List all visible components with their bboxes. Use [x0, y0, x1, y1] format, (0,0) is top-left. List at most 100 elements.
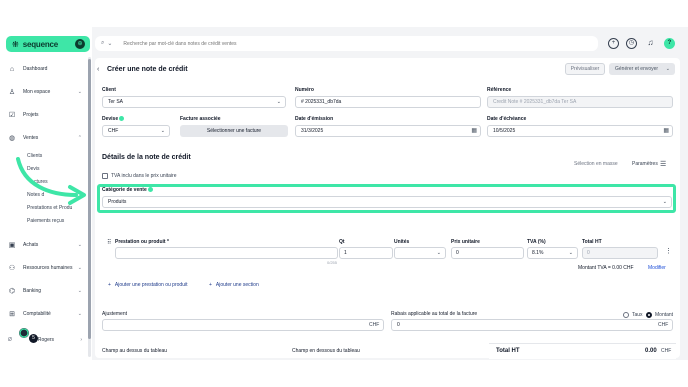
people-icon: ⚇	[8, 265, 16, 272]
add-section-button[interactable]: + Ajouter une section	[209, 282, 259, 288]
calendar-icon[interactable]: ▦	[471, 126, 477, 136]
brand-logo[interactable]: ⁜ sequence ⊕	[6, 36, 90, 52]
client-select[interactable]: Ter SA ⌄	[102, 96, 286, 108]
sidebar-item-achats[interactable]: ▣ Achats ⌄	[8, 239, 84, 251]
details-section-title: Détails de la note de crédit	[102, 154, 191, 161]
rate-radio[interactable]	[623, 312, 629, 318]
chevron-down-icon: ⌄	[436, 250, 441, 256]
calendar-icon[interactable]: ▦	[663, 126, 669, 136]
logo-icon: ⁜	[12, 39, 19, 49]
discount-value: 0	[397, 322, 400, 328]
sidebar-item-mon-espace[interactable]: ♙ Mon espace ⌄	[8, 86, 84, 98]
sidebar-item-ressources-humaines[interactable]: ⚇ Ressources humaines ⌄	[8, 262, 84, 274]
user-name: Rogers	[37, 337, 55, 343]
tva-value: 8.1%	[532, 250, 544, 256]
reference-field[interactable]: Credit Note # 2025331_db7da Ter SA	[487, 96, 673, 108]
total-ht-currency: CHF	[661, 348, 672, 354]
help-icon[interactable]: ?	[664, 38, 675, 49]
devise-value: CHF	[108, 128, 119, 134]
sidebar-item-banking[interactable]: ⌬ Banking ⌄	[8, 285, 84, 297]
chevron-right-icon: ›	[80, 337, 82, 343]
total-ht-amount: 0.00	[645, 348, 657, 354]
rate-radio-label: Taux	[632, 312, 643, 318]
total-ht-value: 0	[587, 250, 590, 256]
devise-label: Devise	[102, 116, 125, 122]
discount-label: Rabais applicable au total de la facture	[391, 311, 478, 317]
generate-send-button[interactable]: Générer et envoyer ⌄	[609, 63, 675, 75]
chevron-down-icon: ⌄	[160, 128, 165, 134]
sidebar-item-label: Mon espace	[23, 89, 51, 95]
chevron-down-icon[interactable]: ⌄	[107, 40, 112, 47]
add-line-label: Ajouter une prestation ou produit	[114, 282, 188, 288]
devise-select[interactable]: CHF ⌄	[102, 125, 170, 137]
preview-button[interactable]: Prévisualiser	[565, 63, 605, 75]
sidebar-item-dashboard[interactable]: ⌂ Dashboard	[8, 63, 84, 75]
facture-label: Facture associée	[180, 116, 221, 122]
tva-total: Montant TVA = 0.00 CHF	[578, 265, 634, 271]
total-ht-field: 0	[582, 247, 658, 259]
amount-radio-label: Montant	[655, 312, 674, 318]
bank-icon: ⌬	[8, 288, 16, 295]
chevron-down-icon: ⌄	[77, 242, 82, 248]
parameters-link[interactable]: Paramètres	[632, 161, 658, 167]
select-invoice-button[interactable]: Sélectionner une facture	[180, 125, 288, 137]
adjustment-input[interactable]	[102, 319, 384, 331]
col-tva-header: TVA (%)	[527, 239, 546, 245]
emission-date-field[interactable]: 31/3/2025 ▦	[295, 125, 481, 137]
echeance-date-value: 10/5/2025	[493, 128, 516, 134]
col-total-header: Total HT	[582, 239, 602, 245]
tva-total-label: Montant TVA =	[578, 265, 611, 271]
generate-send-label: Générer et envoyer	[615, 66, 659, 72]
unit-price-value: 0	[456, 250, 459, 256]
add-section-label: Ajouter une section	[215, 282, 259, 288]
discount-input[interactable]: 0	[391, 319, 673, 331]
sidebar-item-projets[interactable]: ☑ Projets	[8, 109, 84, 121]
avatar[interactable]	[19, 328, 29, 338]
add-line-button[interactable]: + Ajouter une prestation ou produit	[108, 282, 187, 288]
col-qty-header: Qt	[339, 239, 345, 245]
calculator-icon: ⊞	[9, 311, 15, 318]
bulk-select-link[interactable]: Sélection en masse	[574, 161, 618, 167]
edit-tva-link[interactable]: Modifier	[648, 265, 666, 271]
drag-handle-icon[interactable]: ⠿	[107, 239, 111, 246]
menu-lines-icon[interactable]: ☰	[660, 160, 666, 168]
above-table-field-label: Champ au dessus du tableau	[102, 348, 168, 354]
product-input[interactable]	[115, 247, 338, 259]
notification-count-badge: 5	[29, 334, 38, 343]
sidebar-subitem-prestations[interactable]: Prestations et Produ	[27, 205, 72, 211]
reference-placeholder: Credit Note # 2025331_db7da Ter SA	[493, 99, 577, 105]
col-product-header: Prestation ou produit *	[115, 239, 169, 245]
sidebar-subitem-paiements[interactable]: Paiements reçus	[27, 218, 64, 224]
search-bar[interactable]: ⌕ ⌄	[95, 36, 598, 51]
bell-icon[interactable]: ♫	[645, 38, 656, 49]
amount-radio[interactable]	[646, 312, 652, 318]
back-arrow-icon[interactable]: ‹	[97, 66, 99, 73]
plus-icon[interactable]: +	[608, 38, 619, 49]
user-icon: ♙	[8, 89, 16, 96]
chevron-down-icon: ⌄	[77, 311, 82, 317]
user-prefix: Ø	[8, 337, 12, 343]
units-select[interactable]: ⌄	[394, 247, 446, 259]
qty-input[interactable]: 1	[339, 247, 393, 259]
clock-icon[interactable]: ◷	[626, 38, 637, 49]
sidebar-item-comptabilite[interactable]: ⊞ Comptabilité ⌄	[8, 308, 84, 320]
page-title: Créer une note de crédit	[107, 66, 188, 73]
highlight-box	[97, 184, 676, 213]
search-input[interactable]	[123, 40, 524, 47]
plus-icon: +	[108, 282, 111, 288]
sidebar-item-ventes[interactable]: ◍ Ventes ⌃	[8, 132, 84, 144]
bag-icon: ◍	[8, 135, 16, 142]
sidebar-item-label: Achats	[23, 242, 39, 248]
tva-included-checkbox[interactable]	[102, 173, 108, 179]
numero-field[interactable]: # 2025331_db7da	[295, 96, 481, 108]
chevron-down-icon: ⌄	[77, 265, 82, 271]
numero-value: # 2025331_db7da	[301, 99, 342, 105]
echeance-date-field[interactable]: 10/5/2025 ▦	[487, 125, 673, 137]
echeance-label: Date d'échéance	[487, 116, 527, 122]
more-vertical-icon[interactable]: ⋮	[665, 247, 672, 255]
info-icon[interactable]	[119, 116, 125, 122]
tva-select[interactable]: 8.1% ⌄	[527, 247, 578, 259]
tutorial-arrow-icon	[16, 157, 86, 205]
unit-price-input[interactable]: 0	[451, 247, 524, 259]
client-label: Client	[102, 87, 116, 93]
